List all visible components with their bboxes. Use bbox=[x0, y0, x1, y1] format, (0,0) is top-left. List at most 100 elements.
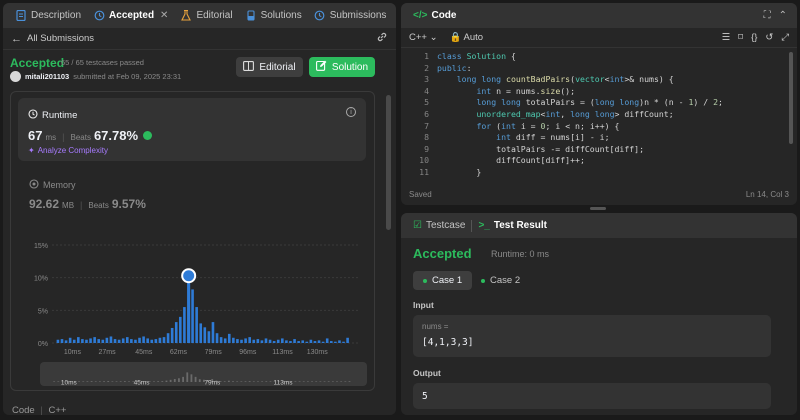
runtime-card[interactable]: Runtime i 67 ms | Beats 67.78% ✦ Analyze… bbox=[18, 98, 366, 161]
code-line[interactable]: 5 long long totalPairs = (long long)n * … bbox=[401, 97, 797, 109]
x-tick-label: 10ms bbox=[64, 349, 82, 356]
line-number: 6 bbox=[424, 108, 429, 119]
mini-bar bbox=[90, 381, 93, 382]
chart-bar bbox=[191, 289, 194, 343]
tab-accepted[interactable]: Accepted ✕ bbox=[87, 3, 174, 28]
code-editor[interactable]: 1 class Solution {2 public: 3 long long cou… bbox=[401, 51, 797, 181]
y-tick-label: 0% bbox=[38, 341, 48, 348]
case-2-tab[interactable]: Case 2 bbox=[471, 271, 530, 290]
result-status: Accepted bbox=[413, 246, 472, 261]
mini-bar bbox=[327, 381, 330, 382]
language-select[interactable]: C++ ⌄ bbox=[409, 32, 438, 43]
chart-range-slider[interactable]: 10ms 45ms 79ms 113ms bbox=[40, 362, 367, 386]
code-line[interactable]: 8 int diff = nums[i] - i; bbox=[401, 132, 797, 144]
close-icon[interactable]: ✕ bbox=[160, 10, 168, 21]
pass-dot bbox=[481, 278, 485, 283]
mini-bar bbox=[331, 381, 334, 382]
code-line[interactable]: 9 totalPairs -= diffCount[diff]; bbox=[401, 144, 797, 156]
chart-bar bbox=[215, 333, 219, 343]
chart-bar bbox=[56, 339, 60, 343]
x-tick-label: 113ms bbox=[272, 349, 293, 356]
x-tick-label: 45ms bbox=[135, 349, 153, 356]
editor-scrollbar[interactable] bbox=[789, 52, 793, 144]
leetcode-icon bbox=[143, 131, 153, 140]
username[interactable]: mitali201103 bbox=[25, 72, 69, 81]
line-number: 7 bbox=[424, 120, 429, 131]
mini-bar bbox=[315, 381, 318, 382]
cursor-position: Ln 14, Col 3 bbox=[745, 190, 789, 199]
mini-bar bbox=[123, 381, 126, 382]
code-line[interactable]: 3 long long countBadPairs(vector<int>& n… bbox=[401, 74, 797, 86]
editorial-button[interactable]: Editorial bbox=[236, 57, 303, 77]
tab-submissions[interactable]: Submissions bbox=[308, 3, 393, 28]
runtime-distribution-chart[interactable]: 15% 10% 5% 0% 10ms 27ms 45ms 62ms 79ms 96ms 113ms 1… bbox=[22, 235, 368, 360]
tab-label: Solutions bbox=[260, 10, 302, 21]
expand-icon[interactable]: ⤢ bbox=[781, 32, 789, 43]
line-number: 8 bbox=[424, 132, 429, 143]
chart-bar bbox=[219, 337, 223, 343]
save-status: Saved bbox=[409, 190, 432, 199]
x-tick-label: 62ms bbox=[170, 349, 188, 356]
avatar[interactable] bbox=[10, 71, 21, 82]
mini-bar bbox=[248, 381, 251, 382]
line-number: 4 bbox=[424, 85, 429, 96]
tab-editorial[interactable]: Editorial bbox=[174, 3, 238, 28]
mini-bar bbox=[86, 381, 89, 382]
mini-bar bbox=[227, 380, 230, 382]
code-line[interactable]: 11 } bbox=[401, 167, 797, 179]
code-line[interactable]: 2 public: bbox=[401, 63, 797, 75]
maximize-icon[interactable]: ⛶ bbox=[764, 10, 771, 21]
code-line[interactable]: 4 int n = nums.size(); bbox=[401, 86, 797, 98]
reset-icon[interactable]: ↺ bbox=[765, 32, 773, 43]
code-line[interactable]: 7 for (int i = 0; i < n; i++) { bbox=[401, 121, 797, 133]
chart-bar bbox=[203, 327, 207, 343]
mini-bar bbox=[323, 381, 326, 382]
y-tick-label: 5% bbox=[38, 308, 48, 315]
code-text: totalPairs -= diffCount[diff]; bbox=[437, 143, 645, 154]
info-icon[interactable]: i bbox=[346, 107, 356, 117]
submitted-time: submitted at Feb 09, 2025 23:31 bbox=[73, 72, 182, 81]
result-panel: ☑ Testcase >_ Test Result Accepted Runti… bbox=[401, 213, 797, 415]
code-line[interactable]: 6 unordered_map<int, long long> diffCoun… bbox=[401, 109, 797, 121]
chart-bar bbox=[60, 339, 64, 343]
bookmark-icon[interactable]: ⌑ bbox=[738, 32, 743, 43]
mini-bar bbox=[265, 381, 268, 382]
mini-bar bbox=[344, 381, 347, 382]
panel-resize-handle[interactable] bbox=[590, 207, 606, 210]
mini-bar bbox=[190, 374, 193, 382]
chart-bar bbox=[313, 341, 317, 343]
chart-bar bbox=[179, 316, 182, 343]
beaker-icon bbox=[245, 10, 257, 22]
chart-bar bbox=[309, 339, 313, 343]
runtime-value: 67 bbox=[28, 128, 43, 143]
back-link[interactable]: ← All Submissions bbox=[11, 33, 94, 45]
mini-bar bbox=[257, 381, 259, 382]
link-icon[interactable] bbox=[376, 31, 388, 46]
chart-bar bbox=[276, 339, 280, 343]
code-line[interactable]: 1 class Solution { bbox=[401, 51, 797, 63]
memory-title[interactable]: Memory bbox=[29, 179, 76, 191]
x-tick-label: 27ms bbox=[99, 349, 117, 356]
mini-bar bbox=[107, 381, 110, 382]
analyze-complexity-link[interactable]: ✦ Analyze Complexity bbox=[28, 146, 108, 155]
chevron-up-icon[interactable]: ⌃ bbox=[779, 10, 787, 21]
solution-button[interactable]: Solution bbox=[309, 57, 375, 77]
tab-solutions[interactable]: Solutions bbox=[239, 3, 308, 28]
case-1-tab[interactable]: Case 1 bbox=[413, 271, 473, 290]
code-line[interactable]: 10 diffCount[diff]++; bbox=[401, 155, 797, 167]
scrollbar-thumb[interactable] bbox=[386, 95, 391, 230]
tab-test-result[interactable]: >_ Test Result bbox=[472, 213, 553, 238]
mini-bar bbox=[99, 381, 101, 382]
tab-code[interactable]: </> Code bbox=[407, 3, 462, 28]
chart-bar bbox=[68, 337, 72, 343]
chart-bar bbox=[130, 339, 133, 343]
tab-testcase[interactable]: ☑ Testcase bbox=[407, 213, 471, 238]
submission-subbar: ← All Submissions bbox=[3, 28, 396, 50]
chart-bar bbox=[321, 341, 325, 343]
format-icon[interactable]: ☰ bbox=[722, 32, 731, 43]
tab-description[interactable]: Description bbox=[9, 3, 87, 28]
checkbox-icon: ☑ bbox=[413, 220, 422, 231]
mini-bar bbox=[194, 376, 197, 382]
mode-select[interactable]: 🔒 Auto bbox=[450, 32, 484, 43]
braces-icon[interactable]: {} bbox=[751, 32, 757, 43]
